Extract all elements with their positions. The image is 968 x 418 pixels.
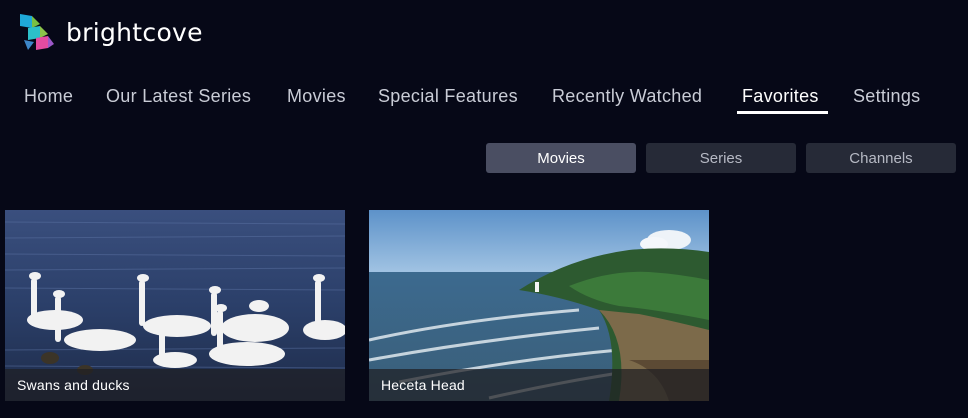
nav-item-movies[interactable]: Movies [287, 86, 346, 107]
card-title: Heceta Head [381, 377, 465, 393]
nav-item-special-features[interactable]: Special Features [378, 86, 518, 107]
nav-item-settings[interactable]: Settings [853, 86, 920, 107]
tab-series[interactable]: Series [646, 143, 796, 173]
brightcove-logo-icon [20, 14, 54, 50]
nav-item-recently-watched[interactable]: Recently Watched [552, 86, 702, 107]
tab-channels[interactable]: Channels [806, 143, 956, 173]
nav-item-favorites[interactable]: Favorites [742, 86, 819, 107]
tab-movies[interactable]: Movies [486, 143, 636, 173]
app-page: brightcove Home Our Latest Series Movies… [0, 0, 968, 418]
active-nav-indicator [737, 111, 828, 114]
brightcove-logo[interactable]: brightcove [18, 12, 203, 54]
card-title: Swans and ducks [17, 377, 130, 393]
video-card-swans-and-ducks[interactable]: Swans and ducks [5, 210, 345, 401]
nav-item-home[interactable]: Home [24, 86, 73, 107]
nav-item-our-latest-series[interactable]: Our Latest Series [106, 86, 251, 107]
video-card-heceta-head[interactable]: Heceta Head [369, 210, 709, 401]
brand-name: brightcove [66, 17, 203, 47]
